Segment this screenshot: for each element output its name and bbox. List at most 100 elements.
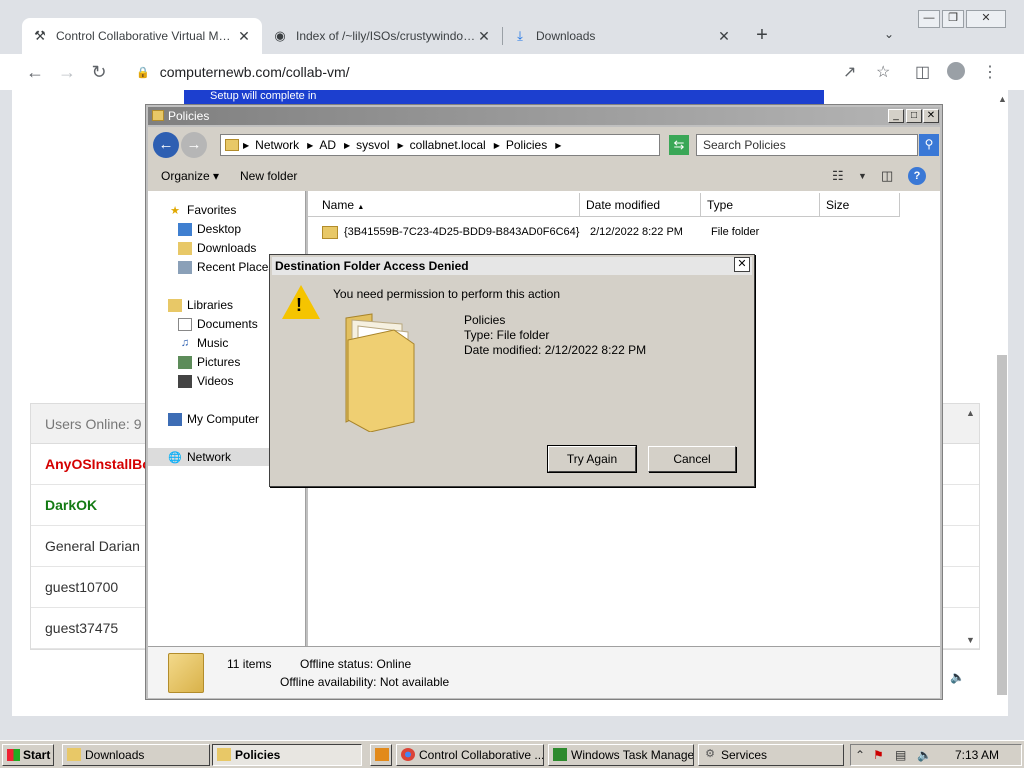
chevron-down-icon[interactable]: ⌄: [884, 27, 894, 41]
organize-button[interactable]: Organize ▾: [161, 169, 219, 183]
star-icon[interactable]: ☆: [876, 62, 890, 82]
file-row[interactable]: {3B41559B-7C23-4D25-BDD9-B843AD0F6C64} 2…: [322, 222, 759, 242]
file-name: {3B41559B-7C23-4D25-BDD9-B843AD0F6C64}: [344, 226, 580, 238]
page-scrollbar[interactable]: [997, 355, 1007, 695]
maximize-icon[interactable]: □: [906, 109, 922, 123]
search-icon[interactable]: ⚲: [919, 134, 939, 156]
minimize-icon[interactable]: _: [888, 109, 904, 123]
nav-label: Music: [197, 336, 229, 350]
try-again-button[interactable]: Try Again: [547, 445, 637, 473]
nav-videos[interactable]: Videos: [178, 372, 233, 390]
chevron-right-icon[interactable]: ▶: [398, 141, 404, 150]
close-window-icon[interactable]: ✕: [966, 10, 1006, 28]
page-scroll-up-icon[interactable]: ▲: [998, 94, 1007, 104]
breadcrumb-item[interactable]: Policies: [506, 138, 547, 152]
column-type[interactable]: Type: [701, 193, 820, 217]
access-denied-dialog: Destination Folder Access Denied ✕ ! You…: [269, 254, 755, 487]
nav-label: Documents: [197, 317, 258, 331]
minimize-icon[interactable]: —: [918, 10, 940, 28]
help-icon[interactable]: ?: [908, 167, 926, 185]
nav-music[interactable]: ♫ Music: [178, 334, 228, 352]
nav-favorites[interactable]: ★ Favorites: [168, 201, 236, 219]
taskbar-item-task-manager[interactable]: Windows Task Manager: [548, 744, 694, 766]
action-center-icon[interactable]: ⚑: [873, 748, 884, 762]
documents-icon: [178, 317, 192, 331]
breadcrumb-item[interactable]: Network: [255, 138, 299, 152]
breadcrumb-item[interactable]: AD: [319, 138, 336, 152]
chevron-right-icon[interactable]: ▶: [494, 141, 500, 150]
folder-icon: [168, 653, 204, 693]
chevron-right-icon[interactable]: ▶: [307, 141, 313, 150]
close-icon[interactable]: ✕: [236, 28, 252, 45]
nav-documents[interactable]: Documents: [178, 315, 258, 333]
media-player-button[interactable]: [370, 744, 392, 766]
column-size[interactable]: Size: [820, 193, 900, 217]
nav-label: My Computer: [187, 412, 260, 426]
folder-type: Type: File folder: [464, 328, 550, 342]
close-icon[interactable]: ✕: [476, 28, 492, 45]
close-icon[interactable]: ✕: [734, 257, 750, 272]
tab-downloads[interactable]: ⤓ Downloads ✕: [502, 18, 742, 54]
volume-icon[interactable]: 🔈: [917, 748, 932, 762]
column-name[interactable]: Name ▲: [308, 193, 580, 217]
column-date-modified[interactable]: Date modified: [580, 193, 701, 217]
chevron-right-icon[interactable]: ▶: [555, 141, 561, 150]
tab-index[interactable]: ◉ Index of /~lily/ISOs/crustywindows/ ✕: [262, 18, 502, 54]
profile-avatar[interactable]: [947, 62, 965, 80]
close-icon[interactable]: ✕: [923, 109, 939, 123]
nav-label: Pictures: [197, 355, 241, 369]
folder-date: Date modified: 2/12/2022 8:22 PM: [464, 343, 647, 357]
new-folder-button[interactable]: New folder: [240, 169, 297, 183]
chevron-up-icon[interactable]: ⌃: [855, 748, 865, 762]
new-tab-icon[interactable]: +: [750, 24, 774, 48]
sidepanel-icon[interactable]: ◫: [915, 62, 930, 82]
network-tray-icon[interactable]: ▤: [895, 748, 906, 762]
forward-arrow-icon[interactable]: →: [54, 60, 80, 84]
refresh-icon[interactable]: ⇆: [669, 135, 689, 155]
breadcrumb[interactable]: ▶ Network ▶ AD ▶ sysvol ▶ collabnet.loca…: [220, 134, 729, 156]
taskbar-label: Services: [721, 748, 768, 762]
column-label: Name: [322, 198, 355, 212]
nav-pictures[interactable]: Pictures: [178, 353, 240, 371]
nav-downloads[interactable]: Downloads: [178, 239, 256, 257]
back-arrow-icon[interactable]: ←: [153, 132, 179, 158]
close-icon[interactable]: ✕: [716, 28, 732, 45]
views-icon[interactable]: ☷: [832, 168, 844, 184]
share-icon[interactable]: ↗: [843, 62, 856, 82]
taskbar-item-downloads[interactable]: Downloads: [62, 744, 210, 766]
taskbar-item-policies[interactable]: Policies: [212, 744, 362, 766]
taskbar-item-services[interactable]: ⚙ Services: [698, 744, 844, 766]
start-button[interactable]: Start: [2, 744, 54, 766]
nav-recent-places[interactable]: Recent Places: [178, 258, 274, 276]
search-input[interactable]: Search Policies: [696, 134, 918, 156]
vm-screen[interactable]: Setup will complete in: [184, 90, 824, 104]
cancel-button[interactable]: Cancel: [648, 446, 736, 472]
nav-desktop[interactable]: Desktop: [178, 220, 241, 238]
chevron-right-icon[interactable]: ▶: [243, 141, 249, 150]
nav-my-computer[interactable]: My Computer: [168, 410, 259, 428]
chrome-icon: [401, 748, 415, 761]
address-bar[interactable]: 🔒 computernewb.com/collab-vm/: [122, 58, 908, 86]
breadcrumb-item[interactable]: sysvol: [356, 138, 389, 152]
breadcrumb-item[interactable]: collabnet.local: [410, 138, 486, 152]
preview-pane-icon[interactable]: ◫: [881, 168, 893, 184]
tab-collabvm[interactable]: ⚒ Control Collaborative Virtual Machin ✕: [22, 18, 262, 54]
star-icon: ★: [170, 204, 180, 217]
scroll-down-icon[interactable]: ▼: [966, 635, 975, 645]
restore-icon[interactable]: ❐: [942, 10, 964, 28]
desktop-icon: [178, 222, 192, 236]
exclamation-icon: !: [296, 295, 302, 315]
menu-icon[interactable]: ⋮: [982, 62, 998, 82]
explorer-title: Policies: [168, 109, 210, 123]
nav-libraries[interactable]: Libraries: [168, 296, 233, 314]
volume-icon[interactable]: 🔈: [950, 670, 965, 684]
chevron-right-icon[interactable]: ▶: [344, 141, 350, 150]
back-arrow-icon[interactable]: ←: [22, 60, 48, 84]
forward-arrow-icon[interactable]: →: [181, 132, 207, 158]
reload-icon[interactable]: ↻: [86, 60, 112, 84]
nav-label: Desktop: [197, 222, 242, 236]
scroll-up-icon[interactable]: ▲: [966, 408, 975, 418]
chevron-down-icon[interactable]: ▼: [858, 171, 867, 181]
taskbar-label: Windows Task Manager: [571, 748, 694, 762]
taskbar-item-chrome[interactable]: Control Collaborative ...: [396, 744, 544, 766]
